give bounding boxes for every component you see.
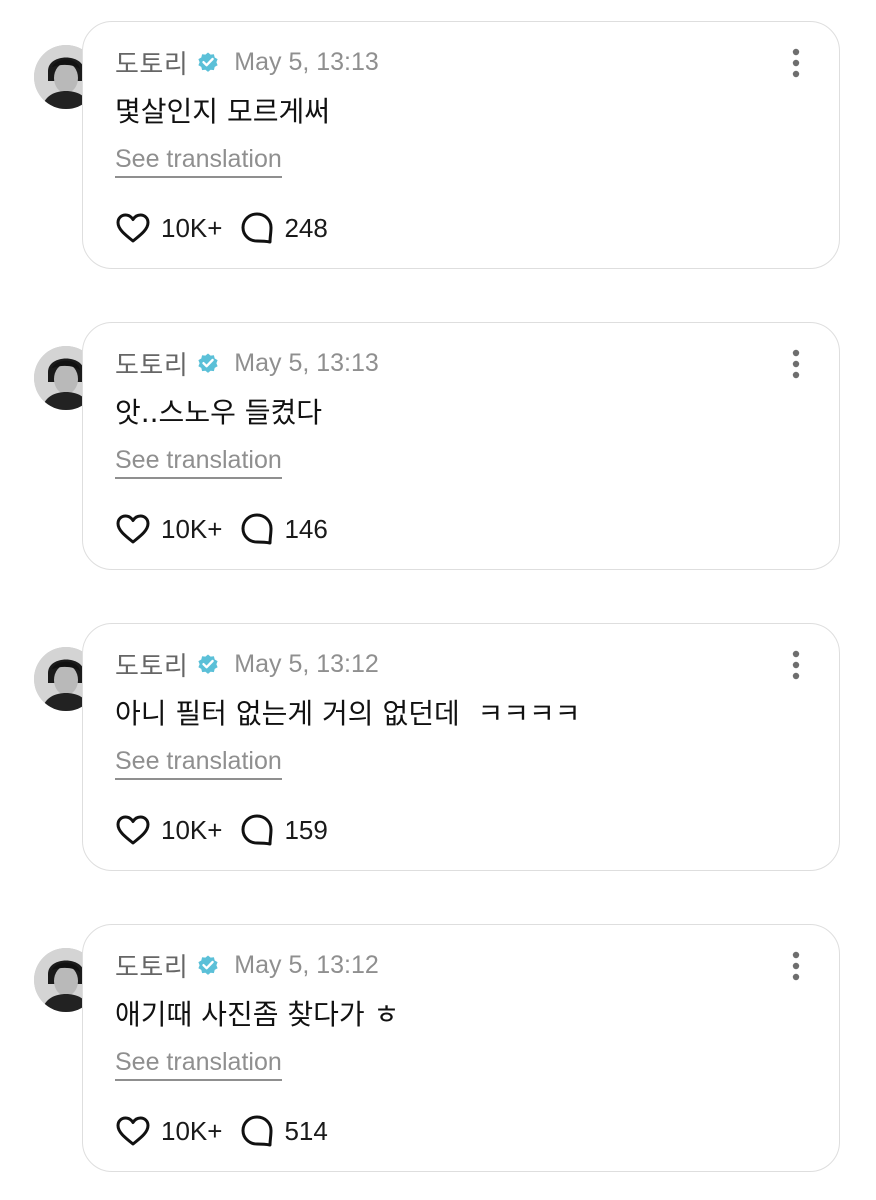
verified-badge-icon [196,351,220,375]
post-actions: 10K+ 248 [115,208,328,248]
post-text: 몇살인지 모르게써 [115,95,330,128]
post-item: 도토리 May 5, 13:13 몇살인지 모르게써 See translati… [0,21,876,291]
more-vertical-icon[interactable] [791,48,801,78]
post-card[interactable]: 도토리 May 5, 13:12 아니 필터 없는게 거의 없던데 ㅋㅋㅋㅋ S… [82,623,840,871]
post-card[interactable]: 도토리 May 5, 13:13 앗..스노우 들켰다 See translat… [82,322,840,570]
post-item: 도토리 May 5, 13:12 아니 필터 없는게 거의 없던데 ㅋㅋㅋㅋ S… [0,623,876,893]
post-actions: 10K+ 514 [115,1111,328,1151]
reply-count: 248 [284,212,328,243]
post-item: 도토리 May 5, 13:12 애기때 사진좀 찾다가 ㅎ See trans… [0,924,876,1194]
more-vertical-icon[interactable] [791,349,801,379]
post-actions: 10K+ 159 [115,810,328,850]
heart-icon[interactable] [115,212,151,244]
username[interactable]: 도토리 [115,44,188,81]
heart-icon[interactable] [115,1115,151,1147]
see-translation-link[interactable]: See translation [115,445,282,479]
post-card[interactable]: 도토리 May 5, 13:13 몇살인지 모르게써 See translati… [82,21,840,269]
more-vertical-icon[interactable] [791,650,801,680]
see-translation-link[interactable]: See translation [115,1047,282,1081]
like-count: 10K+ [161,212,223,243]
like-count: 10K+ [161,513,223,544]
post-header: 도토리 May 5, 13:12 [115,646,379,682]
see-translation-link[interactable]: See translation [115,746,282,780]
heart-icon[interactable] [115,513,151,545]
post-text: 앗..스노우 들켰다 [115,396,323,429]
comment-bubble-icon[interactable] [240,512,274,546]
username[interactable]: 도토리 [115,345,188,382]
comment-bubble-icon[interactable] [240,1114,274,1148]
comment-bubble-icon[interactable] [240,813,274,847]
username[interactable]: 도토리 [115,646,188,683]
timestamp: May 5, 13:13 [234,47,379,76]
verified-badge-icon [196,50,220,74]
post-card[interactable]: 도토리 May 5, 13:12 애기때 사진좀 찾다가 ㅎ See trans… [82,924,840,1172]
username[interactable]: 도토리 [115,947,188,984]
timestamp: May 5, 13:13 [234,348,379,377]
post-text: 애기때 사진좀 찾다가 ㅎ [115,998,400,1031]
reply-count: 146 [284,513,328,544]
post-header: 도토리 May 5, 13:12 [115,947,379,983]
comment-bubble-icon[interactable] [240,211,274,245]
heart-icon[interactable] [115,814,151,846]
timestamp: May 5, 13:12 [234,649,379,678]
like-count: 10K+ [161,1115,223,1146]
reply-count: 514 [284,1115,328,1146]
verified-badge-icon [196,652,220,676]
post-header: 도토리 May 5, 13:13 [115,44,379,80]
post-item: 도토리 May 5, 13:13 앗..스노우 들켰다 See translat… [0,322,876,592]
post-header: 도토리 May 5, 13:13 [115,345,379,381]
timestamp: May 5, 13:12 [234,950,379,979]
post-text: 아니 필터 없는게 거의 없던데 ㅋㅋㅋㅋ [115,697,581,730]
like-count: 10K+ [161,814,223,845]
post-actions: 10K+ 146 [115,509,328,549]
verified-badge-icon [196,953,220,977]
more-vertical-icon[interactable] [791,951,801,981]
see-translation-link[interactable]: See translation [115,144,282,178]
reply-count: 159 [284,814,328,845]
